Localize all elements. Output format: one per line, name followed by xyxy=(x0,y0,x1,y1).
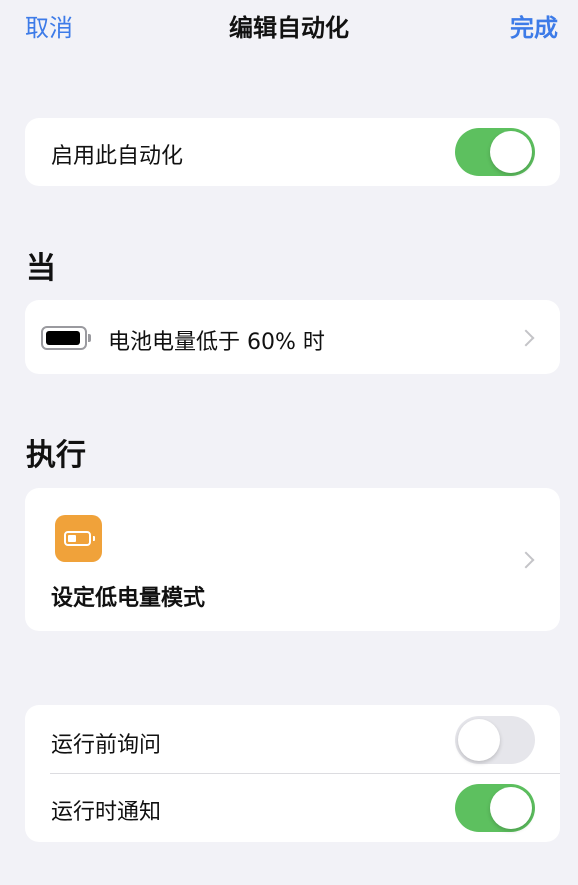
battery-outline xyxy=(64,531,91,546)
chevron-right-icon xyxy=(517,551,535,569)
enable-automation-toggle[interactable] xyxy=(455,128,535,176)
row-divider xyxy=(50,773,560,774)
battery-fill xyxy=(46,331,80,345)
toggle-knob xyxy=(490,131,532,173)
notify-when-run-toggle[interactable] xyxy=(455,784,535,832)
page-title: 编辑自动化 xyxy=(229,14,349,42)
do-section-header: 执行 xyxy=(26,438,86,473)
battery-nub xyxy=(93,536,95,541)
done-button[interactable]: 完成 xyxy=(510,12,558,44)
action-label: 设定低电量模式 xyxy=(51,586,206,611)
ask-before-running-label: 运行前询问 xyxy=(51,733,162,758)
when-section-header: 当 xyxy=(26,251,56,286)
trigger-row[interactable]: 电池电量低于 60% 时 xyxy=(25,300,560,374)
run-options-card: 运行前询问 运行时通知 xyxy=(25,705,560,842)
cancel-button[interactable]: 取消 xyxy=(25,12,73,44)
edit-automation-screen: 取消 编辑自动化 完成 启用此自动化 当 电池电量低于 60% 时 执行 设定低… xyxy=(0,0,578,885)
trigger-label: 电池电量低于 60% 时 xyxy=(108,330,325,355)
battery-level xyxy=(68,535,76,542)
action-card[interactable]: 设定低电量模式 xyxy=(25,488,560,631)
low-power-mode-icon xyxy=(55,515,102,562)
battery-nub xyxy=(88,334,91,342)
toggle-knob xyxy=(490,787,532,829)
chevron-right-icon xyxy=(517,329,535,347)
ask-before-running-toggle[interactable] xyxy=(455,716,535,764)
notify-when-run-label: 运行时通知 xyxy=(51,800,162,825)
toggle-knob xyxy=(458,719,500,761)
navigation-bar: 取消 编辑自动化 完成 xyxy=(0,0,578,56)
enable-automation-label: 启用此自动化 xyxy=(51,144,184,169)
battery-icon xyxy=(41,326,91,350)
enable-automation-card: 启用此自动化 xyxy=(25,118,560,186)
